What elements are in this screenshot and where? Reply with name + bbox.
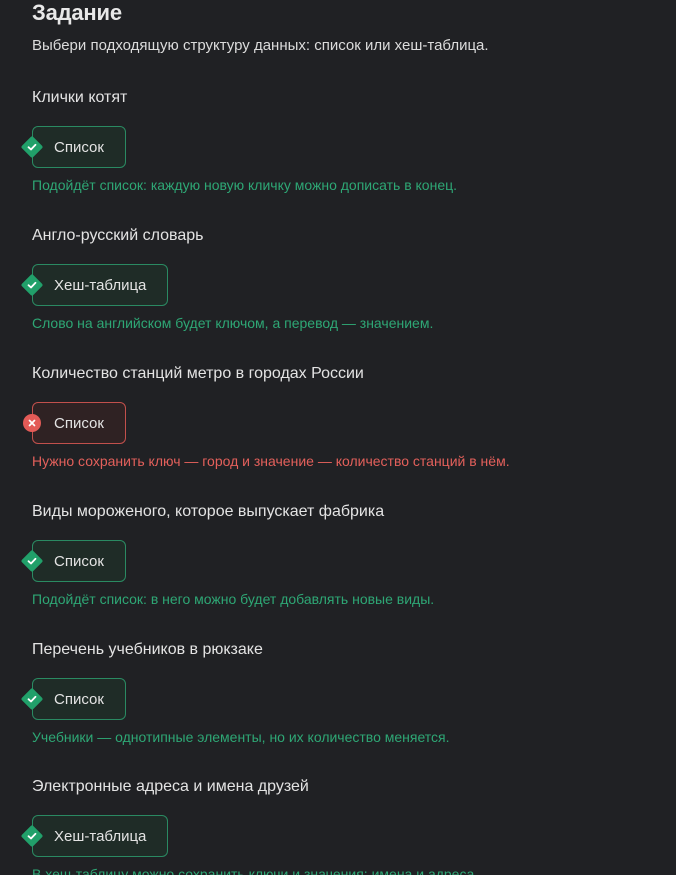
feedback-text: В хеш-таблицу можно сохранить ключи и зн…: [32, 866, 479, 875]
question-text: Перечень учебников в рюкзаке: [32, 641, 263, 658]
check-icon: [20, 273, 44, 297]
answer-label: Список: [54, 690, 104, 708]
answer-label: Список: [54, 552, 104, 570]
feedback-text: Нужно сохранить ключ — город и значение …: [32, 453, 510, 469]
question-text: Виды мороженого, которое выпускает фабри…: [32, 503, 385, 520]
answer-chip[interactable]: Список: [20, 540, 126, 582]
answer-label: Хеш-таблица: [54, 827, 147, 845]
task-instructions: Выбери подходящую структуру данных: спис…: [32, 37, 489, 54]
answer-chip[interactable]: Список: [23, 402, 126, 444]
cross-icon: [23, 414, 41, 432]
check-icon: [20, 549, 44, 573]
feedback-text: Подойдёт список: в него можно будет доба…: [32, 591, 435, 607]
check-icon: [20, 824, 44, 848]
feedback-text: Подойдёт список: каждую новую кличку мож…: [32, 177, 458, 193]
check-icon: [20, 687, 44, 711]
question-text: Электронные адреса и имена друзей: [32, 778, 309, 795]
answer-chip[interactable]: Хеш-таблица: [20, 815, 169, 857]
answer-label: Хеш-таблица: [54, 276, 147, 294]
question-text: Англо-русский словарь: [32, 227, 204, 244]
answer-label: Список: [54, 138, 104, 156]
answer-label: Список: [54, 414, 104, 432]
answer-chip[interactable]: Хеш-таблица: [20, 264, 169, 306]
answer-chip[interactable]: Список: [20, 126, 126, 168]
question-text: Количество станций метро в городах Росси…: [32, 365, 364, 382]
check-icon: [20, 135, 44, 159]
task-title: Задание: [32, 0, 122, 25]
question-text: Клички котят: [32, 89, 128, 106]
feedback-text: Учебники — однотипные элементы, но их ко…: [32, 729, 450, 745]
answer-chip[interactable]: Список: [20, 678, 126, 720]
feedback-text: Слово на английском будет ключом, а пере…: [32, 315, 434, 331]
